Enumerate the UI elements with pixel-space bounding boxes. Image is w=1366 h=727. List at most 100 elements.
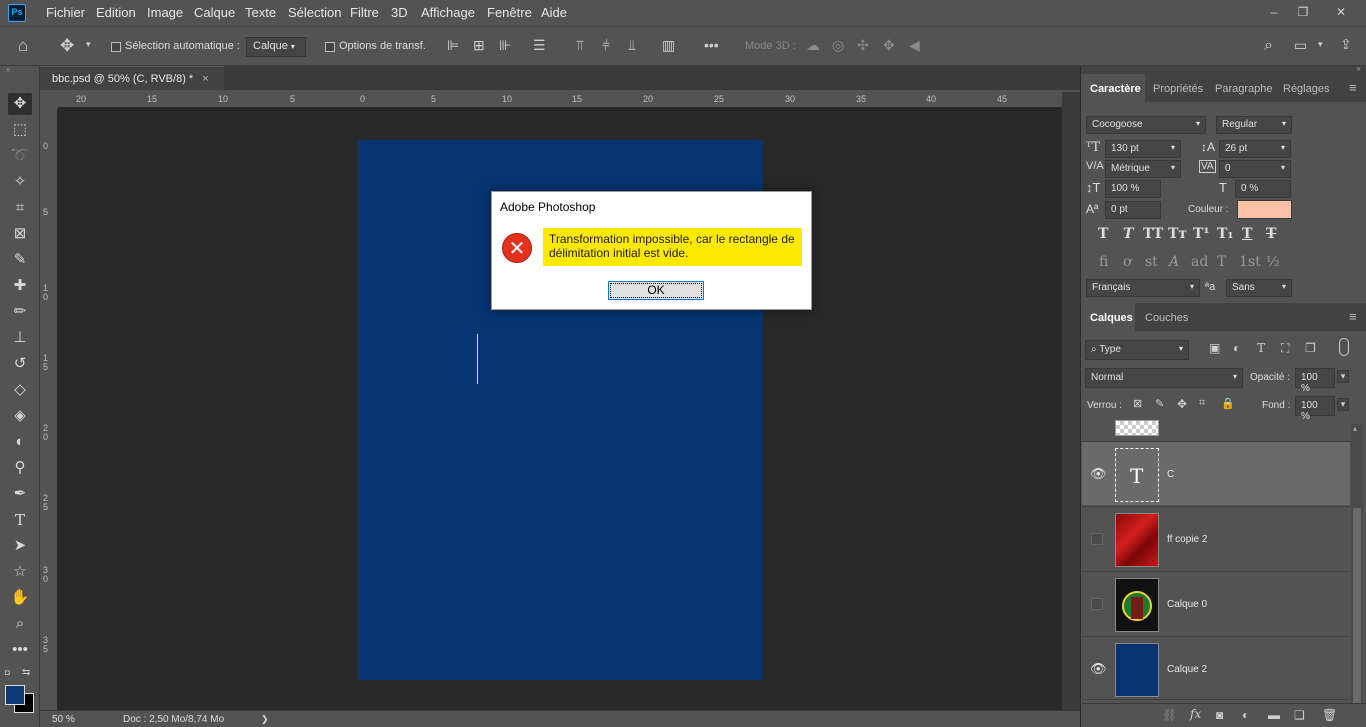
collapse-panels-icon[interactable]: «	[1357, 64, 1361, 73]
lock-artboard-icon[interactable]: ⌗	[1199, 397, 1205, 410]
layer-row-calque-0[interactable]: Calque 0	[1082, 571, 1350, 635]
magic-wand-tool[interactable]: ✧	[8, 171, 32, 193]
delete-layer-icon[interactable]: 🗑	[1322, 708, 1337, 722]
paint-bucket-tool[interactable]: ◈	[8, 405, 32, 427]
marquee-tool[interactable]: ⬚	[8, 119, 32, 141]
link-layers-icon[interactable]: ⛓	[1162, 708, 1177, 722]
fractions-button[interactable]: ½	[1266, 254, 1280, 270]
text-color-swatch[interactable]	[1237, 200, 1292, 219]
align-top-icon[interactable]: ⫪	[576, 37, 584, 54]
hand-tool[interactable]: ✋	[8, 587, 32, 609]
new-group-icon[interactable]: ▬	[1268, 708, 1280, 722]
lock-transparency-icon[interactable]: ⊠	[1133, 397, 1142, 410]
layer-row-calque-2[interactable]: 👁 Calque 2	[1082, 636, 1350, 700]
kerning-field[interactable]: Métrique ▾	[1105, 160, 1181, 178]
align-bottom-icon[interactable]: ⫫	[628, 37, 636, 54]
document-tab[interactable]: bbc.psd @ 50% (C, RVB/8) * ×	[40, 66, 224, 90]
shape-tool[interactable]: ☆	[8, 561, 32, 583]
dodge-tool[interactable]: ⚲	[8, 457, 32, 479]
vertical-scale-field[interactable]: 100 %	[1105, 180, 1161, 198]
layer-name[interactable]: C	[1167, 469, 1174, 480]
small-caps-button[interactable]: Tт	[1168, 226, 1187, 242]
slide-3d-icon[interactable]: ✥	[883, 37, 895, 54]
stylistic-alternates-button[interactable]: ad	[1191, 254, 1208, 270]
history-brush-tool[interactable]: ↺	[8, 353, 32, 375]
tab-couches[interactable]: Couches	[1145, 303, 1188, 331]
eye-icon[interactable]: 👁	[1090, 466, 1107, 482]
opacity-chevron-icon[interactable]: ▾	[1337, 370, 1349, 383]
workspace-icon[interactable]: ▭	[1294, 37, 1307, 54]
share-icon[interactable]: ⇪	[1340, 36, 1352, 53]
swap-colors-icon[interactable]: ⇆	[22, 667, 30, 678]
tab-proprietes[interactable]: Propriétés	[1153, 74, 1203, 102]
align-right-icon[interactable]: ⊪	[499, 37, 511, 54]
home-icon[interactable]: ⌂	[18, 36, 28, 56]
ligatures-button[interactable]: ﬁ	[1099, 254, 1108, 270]
new-layer-icon[interactable]: ❏	[1294, 708, 1305, 722]
opacity-field[interactable]: 100 %	[1295, 368, 1335, 394]
align-middle-v-icon[interactable]: ⫩	[602, 37, 610, 54]
menu-image[interactable]: Image	[147, 5, 183, 20]
faux-italic-button[interactable]: T	[1123, 226, 1133, 242]
layer-style-icon[interactable]: fx	[1190, 707, 1201, 721]
underline-button[interactable]: T	[1242, 226, 1252, 242]
layer-name[interactable]: Calque 2	[1167, 664, 1207, 675]
titling-alternates-button[interactable]: T	[1217, 254, 1226, 270]
language-dropdown[interactable]: Français ▾	[1086, 279, 1200, 297]
leading-field[interactable]: 26 pt ▾	[1219, 140, 1291, 158]
superscript-button[interactable]: T¹	[1193, 226, 1210, 242]
orbit-3d-icon[interactable]: ☁	[806, 37, 820, 54]
filter-smart-object-icon[interactable]: ❐	[1305, 341, 1316, 355]
faux-bold-button[interactable]: T	[1098, 226, 1108, 242]
foreground-color-swatch[interactable]	[5, 685, 25, 705]
visibility-toggle[interactable]	[1091, 598, 1103, 610]
layer-row-ff-copie-2[interactable]: ff copie 2	[1082, 506, 1350, 570]
brush-tool[interactable]: ✏	[8, 301, 32, 323]
vertical-ruler[interactable]: 0 5 1 0 1 5 2 0 2 5 3 0 3 5	[40, 108, 58, 710]
menu-aide[interactable]: Aide	[541, 5, 567, 20]
lock-all-icon[interactable]: 🔒	[1221, 397, 1235, 410]
layer-row-c[interactable]: 👁 T C	[1082, 441, 1350, 505]
move-tool[interactable]: ✥	[8, 93, 32, 115]
menu-calque[interactable]: Calque	[194, 5, 235, 20]
character-panel-menu-icon[interactable]: ≡	[1349, 74, 1357, 102]
horizontal-ruler[interactable]: 20 15 10 5 0 5 10 15 20 25 30 35 40 45	[58, 92, 1062, 108]
layers-scroll-thumb[interactable]	[1353, 508, 1361, 704]
scroll-up-icon[interactable]: ▴	[1353, 424, 1357, 433]
menu-selection[interactable]: Sélection	[288, 5, 341, 20]
adjustment-layer-icon[interactable]: ◐	[1242, 708, 1249, 722]
menu-texte[interactable]: Texte	[245, 5, 276, 20]
antialias-dropdown[interactable]: Sans ▾	[1226, 279, 1292, 297]
default-colors-icon[interactable]: ◘	[5, 668, 10, 677]
eraser-tool[interactable]: ◇	[8, 379, 32, 401]
auto-select-checkbox[interactable]	[111, 42, 121, 52]
filter-shape-icon[interactable]: ⛶	[1281, 341, 1289, 356]
type-tool[interactable]: T	[8, 509, 32, 531]
layer-filter-dropdown[interactable]: ⌕ Type ▾	[1085, 340, 1189, 360]
lasso-tool[interactable]: ➰	[8, 145, 32, 167]
menu-affichage[interactable]: Affichage	[421, 5, 475, 20]
layer-name[interactable]: ff copie 2	[1167, 534, 1207, 545]
layer-thumbnail-red[interactable]	[1115, 513, 1159, 567]
eye-icon[interactable]: 👁	[1090, 661, 1107, 677]
filter-toggle-switch[interactable]	[1339, 338, 1349, 356]
tab-paragraphe[interactable]: Paragraphe	[1215, 74, 1273, 102]
fill-chevron-icon[interactable]: ▾	[1337, 398, 1349, 411]
healing-brush-tool[interactable]: ✚	[8, 275, 32, 297]
layer-thumbnail-poster[interactable]	[1115, 578, 1159, 632]
close-tab-icon[interactable]: ×	[202, 73, 208, 85]
filter-type-icon[interactable]: T	[1257, 341, 1265, 355]
align-center-h-icon[interactable]: ⊞	[473, 37, 485, 54]
font-style-dropdown[interactable]: Regular ▾	[1216, 116, 1292, 134]
ordinals-button[interactable]: 1st	[1239, 254, 1261, 270]
zoom-level[interactable]: 50 %	[52, 714, 75, 725]
subscript-button[interactable]: T₁	[1217, 226, 1234, 242]
layers-scrollbar[interactable]: ▴	[1351, 424, 1363, 704]
menu-filtre[interactable]: Filtre	[350, 5, 379, 20]
layers-panel-menu-icon[interactable]: ≡	[1349, 303, 1357, 331]
menu-3d[interactable]: 3D	[391, 5, 408, 20]
visibility-toggle[interactable]	[1091, 533, 1103, 545]
baseline-shift-field[interactable]: 0 pt	[1105, 201, 1161, 219]
layer-thumbnail-text[interactable]: T	[1115, 448, 1159, 502]
distribute-v-icon[interactable]: ☰	[533, 37, 546, 54]
